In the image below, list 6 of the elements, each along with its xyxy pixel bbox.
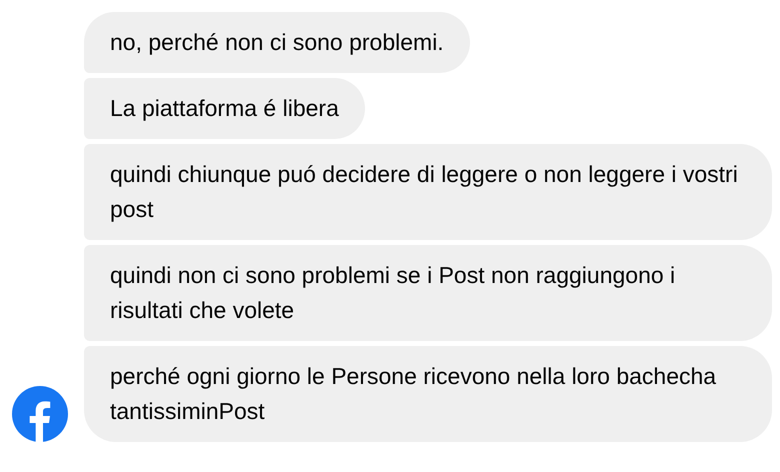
message-bubble: quindi non ci sono problemi se i Post non raggiungono i risultati che volete — [84, 245, 772, 341]
message-bubble: perché ogni giorno le Persone ricevono nella loro bachecha tantissiminPost — [84, 346, 772, 442]
message-bubble: quindi chiunque puó decidere di leggere o non leggere i vostri post — [84, 144, 772, 240]
facebook-logo-icon — [12, 386, 68, 442]
message-bubble: La piattaforma é libera — [84, 78, 365, 139]
message-bubble: no, perché non ci sono problemi. — [84, 12, 470, 73]
